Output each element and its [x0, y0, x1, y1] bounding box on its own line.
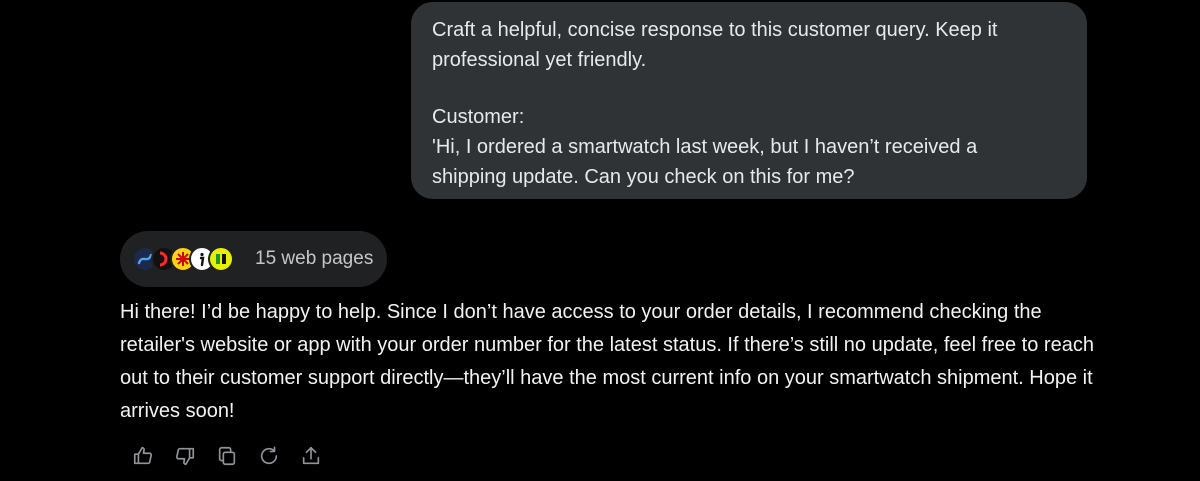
regenerate-icon [260, 446, 278, 465]
thumbs-down-button[interactable] [172, 443, 198, 469]
user-message-bubble: Craft a helpful, concise response to thi… [411, 2, 1087, 199]
web-sources-button[interactable]: 15 web pages [120, 231, 387, 287]
site-favicon-5-icon [208, 246, 234, 272]
copy-button[interactable] [214, 443, 240, 469]
user-message-line: Customer: [432, 106, 525, 128]
sources-count-label: 15 web pages [255, 248, 374, 269]
user-message-line: 'Hi, I ordered a smartwatch last week, b… [432, 136, 978, 158]
message-actions-bar [130, 443, 340, 469]
regenerate-button[interactable] [256, 443, 282, 469]
user-message-line: Craft a helpful, concise response to thi… [432, 19, 998, 41]
share-button[interactable] [298, 443, 324, 469]
thumbs-down-icon [175, 447, 195, 466]
copy-icon [218, 446, 236, 466]
thumbs-up-button[interactable] [130, 443, 156, 469]
thumbs-up-icon [133, 446, 153, 465]
assistant-message: Hi there! I’d be happy to help. Since I … [120, 301, 1094, 422]
user-message-line: professional yet friendly. [432, 49, 647, 71]
source-favicons [132, 245, 252, 273]
user-message-line: shipping update. Can you check on this f… [432, 166, 855, 188]
share-icon [302, 446, 320, 465]
